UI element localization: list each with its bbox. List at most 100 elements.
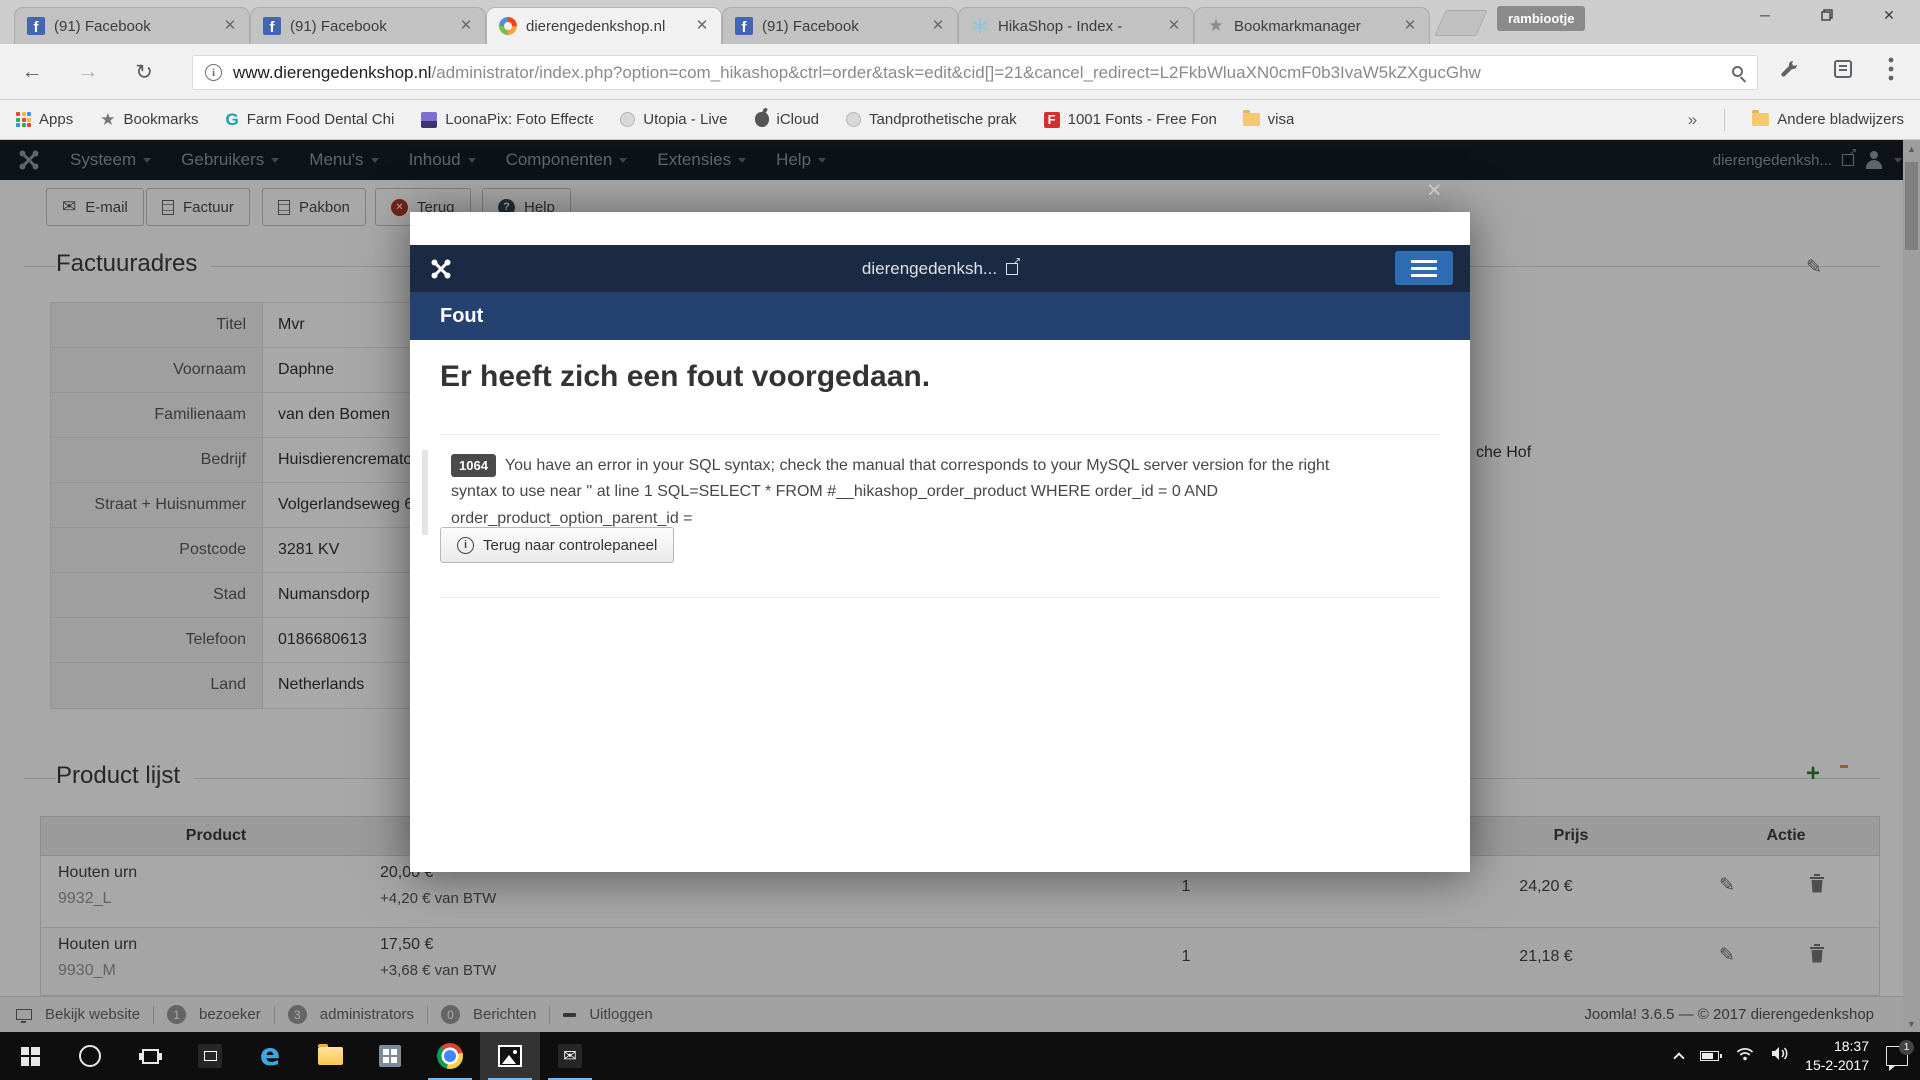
error-code-badge: 1064 [451, 454, 496, 477]
facebook-favicon: f [735, 17, 753, 35]
forward-icon[interactable]: → [72, 56, 104, 88]
tab-hikashop[interactable]: HikaShop - Index - ✕ [958, 7, 1194, 44]
tab-close-icon[interactable]: ✕ [456, 16, 476, 36]
folder-icon [1752, 113, 1769, 126]
store-button[interactable] [360, 1032, 420, 1080]
taskbar-clock[interactable]: 18:37 15-2-2017 [1805, 1037, 1869, 1075]
tab-close-icon[interactable]: ✕ [220, 16, 240, 36]
tab-close-icon[interactable]: ✕ [928, 16, 948, 36]
bookmark-tandprothetische[interactable]: Tandprothetische prak [846, 111, 1017, 128]
task-view-button[interactable] [120, 1032, 180, 1080]
address-bar[interactable]: i www.dierengedenkshop.nl/administrator/… [192, 55, 1758, 90]
bookmark-1001fonts[interactable]: F 1001 Fonts - Free Font [1044, 111, 1216, 128]
photos-app-button[interactable] [480, 1032, 540, 1080]
wrench-icon[interactable] [1778, 58, 1800, 85]
chrome-button[interactable] [420, 1032, 480, 1080]
system-tray: 18:37 15-2-2017 1 [1675, 1032, 1920, 1080]
bookmarks-overflow-chevron[interactable]: » [1688, 110, 1697, 130]
star-icon: ★ [100, 110, 115, 130]
tab-close-icon[interactable]: ✕ [692, 16, 712, 36]
apple-icon [755, 112, 769, 127]
bookmark-other-bookmarks[interactable]: Andere bladwijzers [1752, 111, 1904, 128]
facebook-favicon: f [263, 17, 281, 35]
action-center-icon[interactable]: 1 [1886, 1046, 1908, 1066]
globe-favicon [620, 112, 635, 127]
folder-icon [318, 1047, 343, 1065]
mail-app-button[interactable]: ✉ [540, 1032, 600, 1080]
error-heading: Er heeft zich een fout voorgedaan. [440, 360, 930, 394]
windows-logo-icon [21, 1047, 40, 1066]
store-icon [379, 1045, 401, 1067]
g-favicon: G [225, 110, 238, 130]
chrome-icon [437, 1043, 463, 1069]
tab-facebook-3[interactable]: f (91) Facebook ✕ [722, 7, 958, 44]
edge-button[interactable]: e [240, 1032, 300, 1080]
window-minimize-button[interactable]: ─ [1734, 0, 1796, 30]
modal-close-icon[interactable]: × [1427, 176, 1442, 205]
clock-date: 15-2-2017 [1805, 1056, 1869, 1075]
bookmark-star-favicon: ★ [1207, 17, 1225, 35]
tab-close-icon[interactable]: ✕ [1400, 16, 1420, 36]
bookmark-farmfood[interactable]: G Farm Food Dental Chi [225, 110, 394, 130]
tab-title: HikaShop - Index - [998, 18, 1155, 35]
bookmark-utopia[interactable]: Utopia - Live [620, 111, 727, 128]
page-info-icon[interactable]: i [205, 64, 222, 81]
external-link-icon [1006, 263, 1018, 275]
hikashop-favicon [971, 17, 989, 35]
back-icon[interactable]: ← [16, 56, 48, 88]
facebook-favicon: f [27, 17, 45, 35]
back-to-control-panel-button[interactable]: i Terug naar controlepaneel [440, 527, 674, 563]
tab-close-icon[interactable]: ✕ [1164, 16, 1184, 36]
tab-bookmarkmanager[interactable]: ★ Bookmarkmanager ✕ [1194, 7, 1430, 44]
bookmarks-bar: Apps ★ Bookmarks G Farm Food Dental Chi … [0, 100, 1920, 140]
modal-error-bar: Fout [410, 292, 1470, 340]
modal-header: dierengedenksh... [410, 245, 1470, 292]
battery-icon[interactable] [1700, 1051, 1719, 1061]
bookmark-apps[interactable]: Apps [16, 111, 73, 128]
messaging-app-button[interactable] [180, 1032, 240, 1080]
photo-favicon [421, 112, 437, 128]
tab-facebook-2[interactable]: f (91) Facebook ✕ [250, 7, 486, 44]
modal-site-title[interactable]: dierengedenksh... [410, 259, 1470, 279]
chrome-menu-icon[interactable] [1888, 56, 1894, 87]
task-view-icon [142, 1049, 159, 1064]
chrome-profile-badge[interactable]: rambiootje [1497, 6, 1585, 31]
tray-expand-icon[interactable] [1674, 1052, 1685, 1063]
browser-window: f (91) Facebook ✕ f (91) Facebook ✕ dier… [0, 0, 1920, 1032]
photos-icon [498, 1045, 522, 1067]
cortana-search-button[interactable] [60, 1032, 120, 1080]
zoom-level-icon[interactable] [1732, 66, 1743, 77]
tab-title: Bookmarkmanager [1234, 18, 1391, 35]
file-explorer-button[interactable] [300, 1032, 360, 1080]
window-close-button[interactable]: ✕ [1858, 0, 1920, 30]
reading-list-icon[interactable] [1832, 58, 1854, 85]
speaker-icon[interactable] [1771, 1046, 1788, 1066]
bookmark-bookmarks-folder[interactable]: ★ Bookmarks [100, 110, 198, 130]
wifi-icon[interactable] [1736, 1047, 1754, 1066]
divider [440, 597, 1440, 598]
url-text[interactable]: www.dierengedenkshop.nl/administrator/in… [233, 63, 1717, 83]
error-modal: dierengedenksh... Fout Er heeft zich een… [410, 212, 1470, 872]
f-favicon: F [1044, 112, 1060, 128]
bookmark-loonapix[interactable]: LoonaPix: Foto Effecte [421, 111, 593, 128]
tab-strip: f (91) Facebook ✕ f (91) Facebook ✕ dier… [0, 0, 1920, 44]
error-message: You have an error in your SQL syntax; ch… [451, 457, 1329, 527]
window-restore-button[interactable] [1796, 0, 1858, 30]
globe-favicon [846, 112, 861, 127]
tab-title: (91) Facebook [290, 18, 447, 35]
tab-facebook-1[interactable]: f (91) Facebook ✕ [14, 7, 250, 44]
tab-dierengedenkshop-active[interactable]: dierengedenkshop.nl ✕ [486, 7, 722, 44]
cortana-circle-icon [79, 1045, 101, 1067]
error-blockquote: 1064You have an error in your SQL syntax… [422, 450, 1362, 535]
start-button[interactable] [0, 1032, 60, 1080]
bookmark-icloud[interactable]: iCloud [755, 111, 820, 128]
bookmark-visa-folder[interactable]: visa [1243, 111, 1295, 128]
hamburger-menu-button[interactable] [1395, 251, 1453, 285]
reload-icon[interactable]: ↻ [128, 56, 160, 88]
clock-time: 18:37 [1805, 1037, 1869, 1056]
new-tab-button[interactable] [1434, 10, 1488, 36]
mail-icon: ✉ [558, 1044, 582, 1068]
browser-toolbar: ← → ↻ i www.dierengedenkshop.nl/administ… [0, 44, 1920, 100]
edge-icon: e [260, 1041, 280, 1071]
tab-title: dierengedenkshop.nl [526, 18, 683, 35]
